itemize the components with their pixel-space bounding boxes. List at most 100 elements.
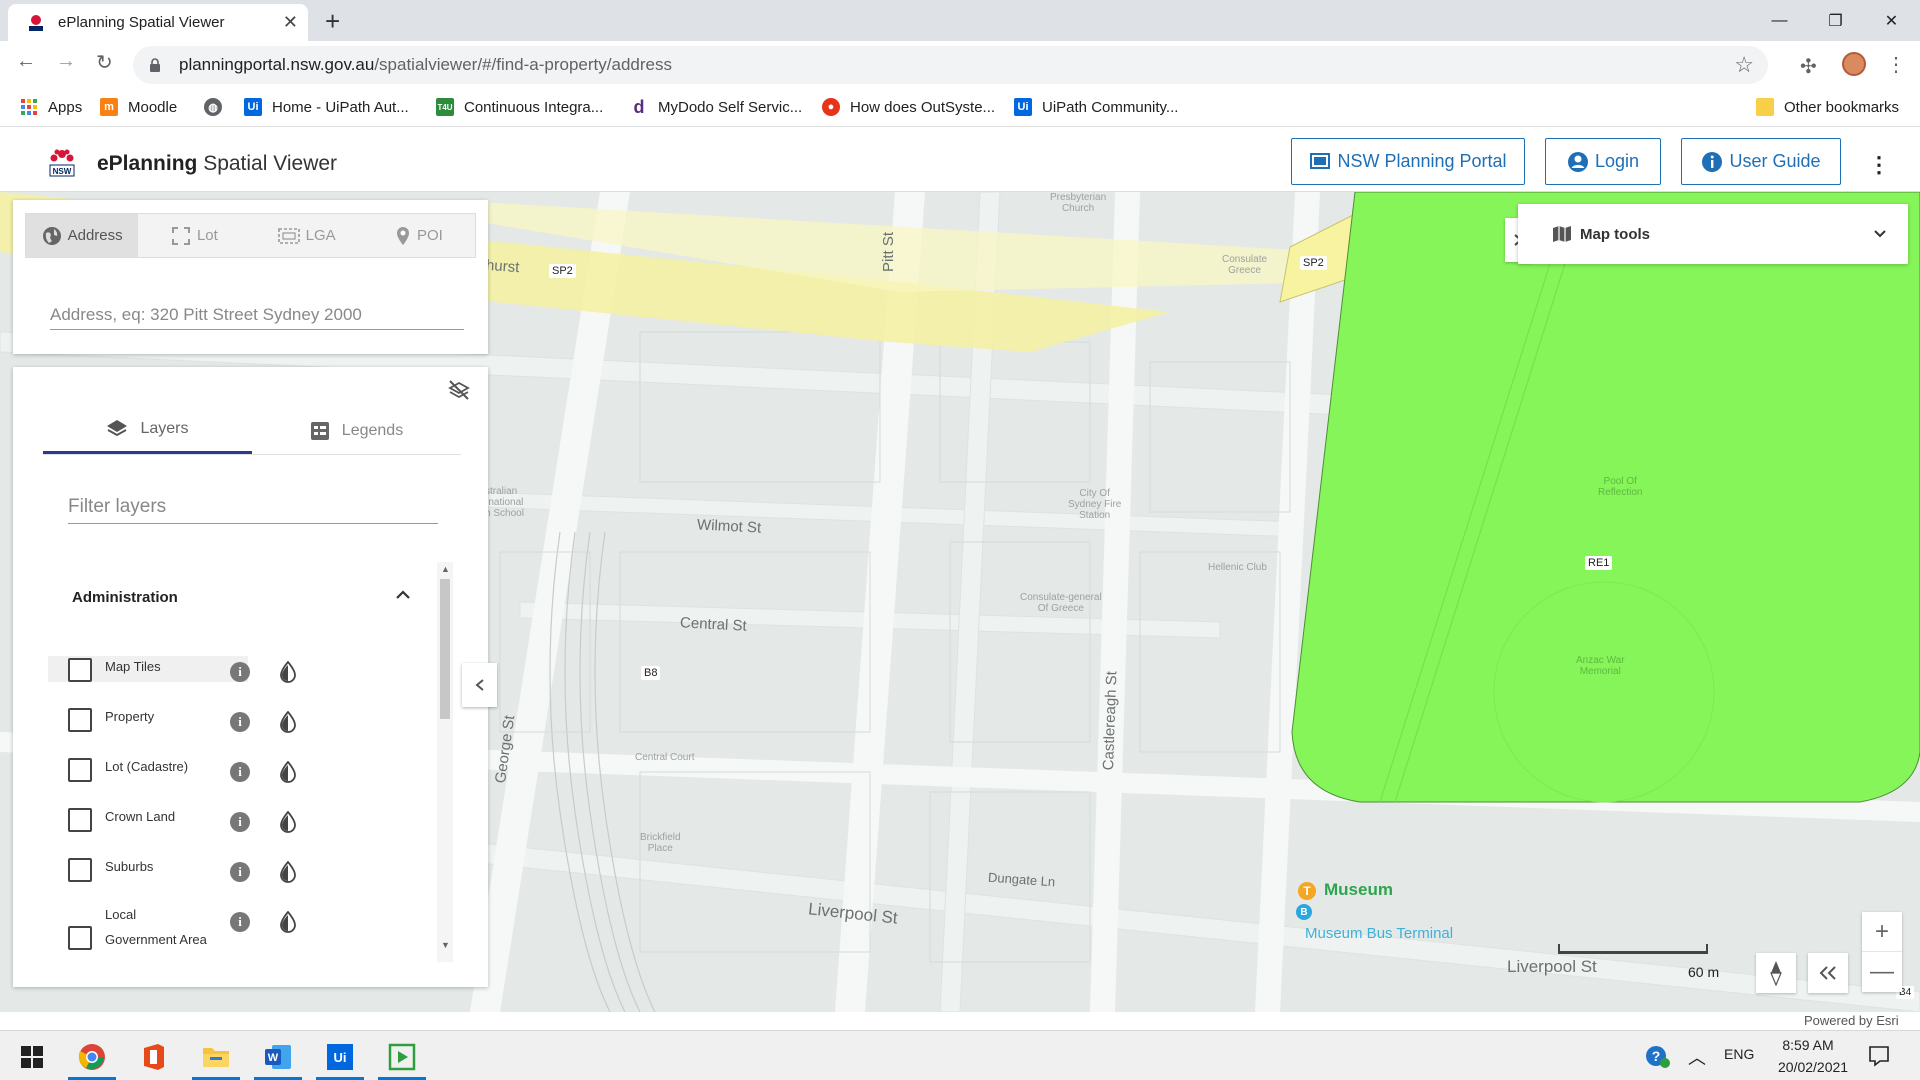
forward-icon[interactable]: → bbox=[56, 50, 76, 73]
layer-row-property[interactable]: Property i bbox=[48, 702, 428, 744]
layer-checkbox[interactable] bbox=[68, 858, 92, 882]
opacity-drop-icon[interactable] bbox=[278, 761, 298, 783]
chrome-menu-icon[interactable]: ⋮ bbox=[1886, 52, 1906, 77]
hide-layers-icon[interactable] bbox=[447, 378, 471, 402]
user-guide-button[interactable]: User Guide bbox=[1681, 138, 1841, 185]
language-indicator[interactable]: ENG bbox=[1724, 1046, 1754, 1062]
scroll-up-arrow-icon[interactable]: ▲ bbox=[441, 564, 450, 574]
zoom-in-button[interactable]: + bbox=[1862, 912, 1902, 952]
tab-layers[interactable]: Layers bbox=[43, 407, 252, 454]
bookmark-uipath-community[interactable]: Ui UiPath Community... bbox=[1014, 95, 1178, 119]
layer-checkbox[interactable] bbox=[68, 658, 92, 682]
taskbar-office[interactable] bbox=[126, 1034, 182, 1080]
poi-museum-bus-terminal[interactable]: Museum Bus Terminal bbox=[1305, 925, 1453, 942]
opacity-drop-icon[interactable] bbox=[278, 661, 298, 683]
info-icon[interactable]: i bbox=[230, 812, 250, 832]
train-station-icon[interactable]: T bbox=[1298, 882, 1316, 900]
address-search-input[interactable] bbox=[50, 300, 464, 330]
app-title-bold: ePlanning bbox=[97, 152, 198, 175]
maximize-button[interactable]: ❐ bbox=[1808, 0, 1863, 41]
powered-by-esri[interactable]: Powered by Esri bbox=[1804, 1013, 1899, 1028]
url-domain: planningportal.nsw.gov.au bbox=[179, 55, 375, 74]
bookmark-continuous-integration[interactable]: T4U Continuous Integra... bbox=[436, 95, 603, 119]
bus-stop-icon[interactable]: B bbox=[1296, 904, 1312, 920]
taskbar-player[interactable] bbox=[374, 1034, 430, 1080]
url-omnibox[interactable]: planningportal.nsw.gov.au/spatialviewer/… bbox=[133, 46, 1768, 84]
layer-row-lot-cadastre[interactable]: Lot (Cadastre) i bbox=[48, 752, 428, 794]
layer-checkbox[interactable] bbox=[68, 708, 92, 732]
bookmark-uipath-home[interactable]: Ui Home - UiPath Aut... bbox=[244, 95, 409, 119]
info-icon[interactable]: i bbox=[230, 712, 250, 732]
help-icon[interactable]: ? bbox=[1645, 1043, 1671, 1069]
opacity-drop-icon[interactable] bbox=[278, 711, 298, 733]
app-title-rest: Spatial Viewer bbox=[197, 152, 338, 175]
browser-tab[interactable]: ePlanning Spatial Viewer ✕ bbox=[8, 4, 308, 41]
layer-row-crown-land[interactable]: Crown Land i bbox=[48, 802, 428, 844]
tab-legends[interactable]: Legends bbox=[252, 407, 461, 454]
lot-bracket-icon bbox=[171, 226, 190, 245]
info-icon[interactable]: i bbox=[230, 862, 250, 882]
bookmark-other[interactable]: Other bookmarks bbox=[1756, 95, 1899, 119]
scale-bar bbox=[1558, 944, 1708, 954]
compass-button[interactable] bbox=[1756, 953, 1796, 993]
info-icon[interactable]: i bbox=[230, 662, 250, 682]
minimize-button[interactable]: — bbox=[1752, 0, 1807, 41]
profile-avatar[interactable] bbox=[1842, 52, 1866, 76]
opacity-drop-icon[interactable] bbox=[278, 861, 298, 883]
zoom-out-button[interactable]: — bbox=[1862, 952, 1902, 992]
url-text[interactable]: planningportal.nsw.gov.au/spatialviewer/… bbox=[179, 55, 1734, 75]
nsw-favicon-icon bbox=[29, 14, 43, 31]
bookmark-mydodo[interactable]: d MyDodo Self Servic... bbox=[630, 95, 803, 119]
taskbar-chrome[interactable] bbox=[64, 1034, 120, 1080]
extensions-puzzle-icon[interactable]: ✣ bbox=[1800, 54, 1817, 79]
login-button[interactable]: Login bbox=[1545, 138, 1661, 185]
tab-lot-label: Lot bbox=[196, 227, 218, 244]
map-tools-dropdown[interactable]: Map tools bbox=[1518, 204, 1908, 264]
taskbar-file-explorer[interactable] bbox=[188, 1034, 244, 1080]
bookmark-globe[interactable]: ◍ bbox=[204, 95, 232, 119]
info-icon[interactable]: i bbox=[230, 762, 250, 782]
section-administration[interactable]: Administration bbox=[72, 589, 178, 606]
tab-address[interactable]: Address bbox=[26, 214, 139, 257]
taskbar-clock[interactable]: 8:59 AM 20/02/2021 bbox=[1778, 1034, 1848, 1078]
opacity-drop-icon[interactable] bbox=[278, 911, 298, 933]
layer-list-scroll-thumb[interactable] bbox=[440, 579, 450, 719]
bookmark-outsystems[interactable]: ● How does OutSyste... bbox=[822, 95, 995, 119]
notification-icon[interactable] bbox=[1868, 1045, 1890, 1067]
layer-checkbox[interactable] bbox=[68, 926, 92, 950]
layer-row-map-tiles[interactable]: Map Tiles i bbox=[48, 652, 428, 694]
collapse-controls-button[interactable] bbox=[1808, 953, 1848, 993]
tab-title: ePlanning Spatial Viewer bbox=[58, 14, 225, 31]
app-menu-icon[interactable]: ⋮ bbox=[1868, 152, 1890, 178]
tab-lga[interactable]: LGA bbox=[251, 214, 363, 257]
tray-chevron-up-icon[interactable]: ︿ bbox=[1688, 1044, 1706, 1070]
zone-label-re1: RE1 bbox=[1585, 556, 1613, 570]
taskbar-uipath[interactable]: Ui bbox=[312, 1034, 368, 1080]
collapse-panel-button[interactable] bbox=[462, 663, 497, 707]
info-icon[interactable]: i bbox=[230, 912, 250, 932]
reload-icon[interactable]: ↻ bbox=[96, 50, 113, 75]
layer-checkbox[interactable] bbox=[68, 808, 92, 832]
tab-lot[interactable]: Lot bbox=[138, 214, 250, 257]
taskbar-word[interactable]: W bbox=[250, 1034, 306, 1080]
bookmark-moodle[interactable]: m Moodle bbox=[100, 95, 177, 119]
bookmark-star-icon[interactable]: ☆ bbox=[1734, 52, 1754, 78]
login-button-label: Login bbox=[1594, 151, 1640, 171]
close-window-button[interactable]: ✕ bbox=[1864, 0, 1919, 41]
chevron-up-icon[interactable] bbox=[393, 585, 413, 605]
start-button[interactable] bbox=[4, 1034, 60, 1080]
tab-poi-label: POI bbox=[416, 227, 443, 244]
nsw-planning-portal-button[interactable]: NSW Planning Portal bbox=[1291, 138, 1525, 185]
layer-row-local-government-area[interactable]: Local Government Area i bbox=[48, 902, 428, 962]
scroll-down-arrow-icon[interactable]: ▼ bbox=[441, 940, 450, 950]
back-icon[interactable]: ← bbox=[16, 50, 36, 73]
filter-layers-input[interactable] bbox=[68, 490, 438, 524]
layer-checkbox[interactable] bbox=[68, 758, 92, 782]
new-tab-button[interactable]: + bbox=[325, 6, 340, 37]
layer-row-suburbs[interactable]: Suburbs i bbox=[48, 852, 428, 894]
bookmark-apps[interactable]: Apps bbox=[20, 95, 82, 119]
tab-poi[interactable]: POI bbox=[363, 214, 475, 257]
poi-museum[interactable]: Museum bbox=[1324, 880, 1393, 900]
opacity-drop-icon[interactable] bbox=[278, 811, 298, 833]
tab-close-icon[interactable]: ✕ bbox=[283, 12, 298, 33]
